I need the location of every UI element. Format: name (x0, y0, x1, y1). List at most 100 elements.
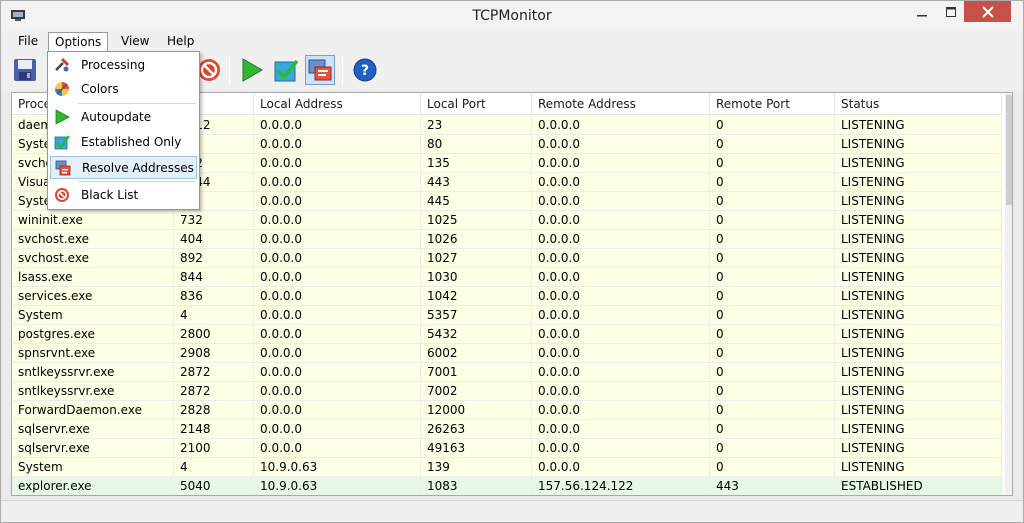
menu-item-colors[interactable]: Colors (50, 78, 197, 101)
scrollbar-thumb[interactable] (1006, 95, 1012, 205)
table-row[interactable]: System 4 0.0.0.0 5357 0.0.0.0 0 LISTENING (12, 306, 1002, 325)
check-icon (54, 134, 70, 150)
resolve-addresses-button[interactable] (305, 55, 335, 85)
menu-item-label: Colors (81, 82, 119, 96)
cell-process: System (12, 306, 174, 325)
table-row[interactable]: sqlservr.exe 2100 0.0.0.0 49163 0.0.0.0 0 LIST… (12, 439, 1002, 458)
menu-item-label: Resolve Addresses (82, 161, 194, 175)
cell-local-port: 443 (421, 173, 532, 192)
cell-status: LISTENING (835, 116, 1002, 135)
table-row[interactable]: sntlkeyssrvr.exe 2872 0.0.0.0 7002 0.0.0.0 0 L… (12, 382, 1002, 401)
cell-remote-port: 0 (710, 154, 835, 173)
cell-remote-port: 0 (710, 439, 835, 458)
cell-status: LISTENING (835, 154, 1002, 173)
vertical-scrollbar[interactable] (1005, 93, 1012, 495)
cell-pid: 836 (174, 287, 254, 306)
table-row[interactable]: sqlservr.exe 2148 0.0.0.0 26263 0.0.0.0 0 LIST… (12, 420, 1002, 439)
cell-local-port: 7001 (421, 363, 532, 382)
cell-local-address: 0.0.0.0 (254, 344, 421, 363)
menu-view[interactable]: View (115, 32, 155, 52)
menu-item-resolve-addresses[interactable]: Resolve Addresses (50, 156, 197, 179)
cell-local-address: 0.0.0.0 (254, 154, 421, 173)
table-row[interactable]: postgres.exe 2800 0.0.0.0 5432 0.0.0.0 0 LISTE… (12, 325, 1002, 344)
cell-status: LISTENING (835, 211, 1002, 230)
save-button[interactable] (10, 55, 40, 85)
menu-separator (78, 103, 196, 104)
cell-remote-port: 0 (710, 420, 835, 439)
menu-item-established-only[interactable]: Established Only (50, 131, 197, 154)
cell-remote-port: 0 (710, 173, 835, 192)
cell-remote-port: 0 (710, 363, 835, 382)
cell-status: LISTENING (835, 325, 1002, 344)
cell-remote-port: 0 (710, 135, 835, 154)
menu-help[interactable]: Help (161, 32, 200, 52)
cell-pid: 2148 (174, 420, 254, 439)
table-row[interactable]: sntlkeyssrvr.exe 2872 0.0.0.0 7001 0.0.0.0 0 L… (12, 363, 1002, 382)
maximize-button[interactable] (937, 1, 964, 22)
cell-local-port: 26263 (421, 420, 532, 439)
table-row[interactable]: spnsrvnt.exe 2908 0.0.0.0 6002 0.0.0.0 0 LISTE… (12, 344, 1002, 363)
table-row[interactable]: lsass.exe 844 0.0.0.0 1030 0.0.0.0 0 LISTENING (12, 268, 1002, 287)
cell-process: svchost.exe (12, 230, 174, 249)
close-button[interactable] (964, 1, 1011, 22)
play-icon (54, 109, 70, 125)
cell-pid: 892 (174, 249, 254, 268)
table-row[interactable]: explorer.exe 5040 10.9.0.63 1083 157.56.124.… (12, 477, 1002, 495)
menu-item-autoupdate[interactable]: Autoupdate (50, 106, 197, 129)
minimize-button[interactable] (908, 1, 935, 22)
cell-local-address: 0.0.0.0 (254, 211, 421, 230)
cell-pid: 2100 (174, 439, 254, 458)
cell-remote-port: 0 (710, 287, 835, 306)
cell-remote-port: 443 (710, 477, 835, 495)
table-row[interactable]: wininit.exe 732 0.0.0.0 1025 0.0.0.0 0 LISTENI… (12, 211, 1002, 230)
help-button[interactable]: ? (350, 55, 380, 85)
cell-local-address: 0.0.0.0 (254, 325, 421, 344)
autoupdate-button[interactable] (237, 55, 267, 85)
cell-local-port: 49163 (421, 439, 532, 458)
menu-item-processing[interactable]: Processing (50, 54, 197, 77)
cell-remote-address: 0.0.0.0 (532, 268, 710, 287)
cell-pid: 404 (174, 230, 254, 249)
column-header-local-address[interactable]: Local Address (254, 93, 421, 115)
menu-file[interactable]: File (12, 32, 44, 52)
cell-local-address: 0.0.0.0 (254, 363, 421, 382)
cell-process: sntlkeyssrvr.exe (12, 382, 174, 401)
established-only-button[interactable] (271, 55, 301, 85)
cell-local-port: 1025 (421, 211, 532, 230)
cell-remote-port: 0 (710, 192, 835, 211)
cell-remote-address: 0.0.0.0 (532, 192, 710, 211)
cell-pid: 2828 (174, 401, 254, 420)
cell-local-address: 0.0.0.0 (254, 401, 421, 420)
cell-status: LISTENING (835, 230, 1002, 249)
cell-remote-port: 0 (710, 401, 835, 420)
menu-options[interactable]: Options (48, 32, 109, 52)
cell-status: LISTENING (835, 135, 1002, 154)
cell-local-port: 80 (421, 135, 532, 154)
cell-status: LISTENING (835, 420, 1002, 439)
cell-remote-address: 0.0.0.0 (532, 420, 710, 439)
menu-item-black-list[interactable]: Black List (50, 184, 197, 207)
column-header-status[interactable]: Status (835, 93, 1002, 115)
table-row[interactable]: services.exe 836 0.0.0.0 1042 0.0.0.0 0 LISTEN… (12, 287, 1002, 306)
cell-process: services.exe (12, 287, 174, 306)
cell-local-port: 1026 (421, 230, 532, 249)
check-icon (274, 59, 299, 82)
title-bar[interactable]: TCPMonitor (1, 1, 1023, 31)
table-row[interactable]: ForwardDaemon.exe 2828 0.0.0.0 12000 0.0.0.0… (12, 401, 1002, 420)
cell-status: LISTENING (835, 458, 1002, 477)
column-header-local-port[interactable]: Local Port (421, 93, 532, 115)
cell-local-address: 10.9.0.63 (254, 458, 421, 477)
cell-remote-address: 157.56.124.122 (532, 477, 710, 495)
cell-local-address: 0.0.0.0 (254, 287, 421, 306)
table-row[interactable]: System 4 10.9.0.63 139 0.0.0.0 0 LISTENING (12, 458, 1002, 477)
column-header-remote-port[interactable]: Remote Port (710, 93, 835, 115)
cell-status: LISTENING (835, 249, 1002, 268)
table-row[interactable]: svchost.exe 892 0.0.0.0 1027 0.0.0.0 0 LISTENI… (12, 249, 1002, 268)
block-icon (54, 187, 70, 203)
colors-icon (54, 81, 70, 97)
cell-local-port: 5357 (421, 306, 532, 325)
cell-remote-address: 0.0.0.0 (532, 249, 710, 268)
table-row[interactable]: svchost.exe 404 0.0.0.0 1026 0.0.0.0 0 LISTENI… (12, 230, 1002, 249)
menu-item-label: Processing (81, 58, 146, 72)
column-header-remote-address[interactable]: Remote Address (532, 93, 710, 115)
